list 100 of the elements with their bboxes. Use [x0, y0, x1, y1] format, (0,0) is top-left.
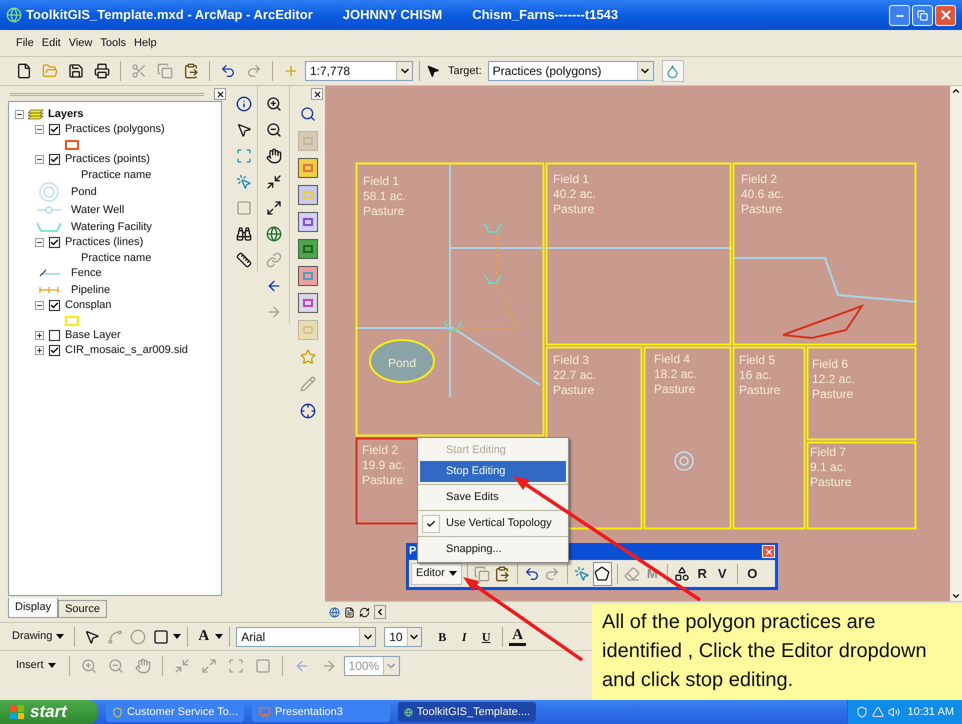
panel-tab[interactable]: Display [8, 598, 58, 618]
volume-icon [888, 706, 900, 718]
menu-item[interactable]: View [68, 34, 92, 52]
close-button[interactable] [311, 88, 323, 100]
drawing-menu-button[interactable]: Drawing [12, 628, 68, 645]
field-label: Field 1 58.1 ac. Pasture [363, 174, 406, 219]
magnifier-icon [300, 106, 316, 122]
collapse-box-icon[interactable] [35, 155, 44, 164]
map-layer-tool-icon [298, 293, 318, 313]
info-icon [236, 96, 252, 112]
select-elements-icon [236, 174, 252, 190]
pond-label: Pond [388, 355, 416, 372]
layer-checkbox[interactable] [49, 330, 60, 341]
menu-item[interactable]: File [16, 34, 34, 52]
refresh-icon[interactable] [359, 606, 370, 618]
layer-name[interactable]: Consplan [65, 297, 112, 314]
text-style-button[interactable]: B [432, 628, 452, 646]
layer-dotted-button[interactable] [296, 183, 320, 207]
fence-symbol-icon [38, 269, 60, 278]
legend-label: Fence [71, 266, 102, 281]
layer-checkbox[interactable] [49, 237, 60, 248]
paste-icon [494, 566, 510, 582]
taskbar-button[interactable]: Presentation3 [252, 702, 390, 722]
close-icon [764, 546, 774, 556]
layer-checkbox[interactable] [49, 300, 60, 311]
collapse-box-icon[interactable] [35, 238, 44, 247]
layer-checkbox[interactable] [49, 154, 60, 165]
clear-selection-icon [236, 200, 252, 216]
text-tool-button[interactable]: A [194, 625, 214, 648]
window-title: ToolkitGIS_Template.mxd - ArcMap - ArcEditor [26, 6, 313, 24]
cut-icon [131, 63, 147, 79]
text-style-button[interactable]: I [454, 628, 474, 646]
pencil-icon [300, 376, 316, 392]
map-layer-tool-icon [298, 212, 318, 232]
layer-name[interactable]: Practices (lines) [65, 234, 144, 251]
redo-icon [544, 566, 560, 582]
layer-name[interactable]: CIR_mosaic_s_ar009.sid [65, 342, 188, 359]
tool-button[interactable]: R [692, 562, 712, 586]
font-size-dropdown[interactable]: 10 [384, 626, 422, 646]
star-icon [300, 349, 316, 365]
layer-patch-button[interactable] [296, 237, 320, 261]
trough-symbol-icon [37, 222, 61, 232]
menu-item[interactable]: Help [134, 34, 157, 52]
panel-tab[interactable]: Source [58, 600, 107, 618]
layout-view-icon[interactable] [344, 606, 355, 618]
layer-name[interactable]: Practices (points) [65, 151, 150, 168]
map-layer-tool-icon [298, 131, 318, 151]
alert-icon [872, 706, 884, 718]
undo-icon [524, 566, 540, 582]
menu-item[interactable]: Save Edits [420, 487, 566, 508]
insert-menu-button[interactable]: Insert [16, 657, 62, 674]
collapse-box-icon[interactable] [35, 301, 44, 310]
font-dropdown[interactable]: Arial [236, 626, 376, 646]
scroll-left-button[interactable] [374, 605, 386, 619]
scale-dropdown[interactable]: 1:7,778 [305, 61, 413, 81]
layer-checkbox[interactable] [49, 345, 60, 356]
caret-icon [215, 634, 224, 639]
tool-button[interactable]: V [712, 562, 732, 586]
print-icon [94, 63, 110, 79]
menu-item[interactable]: Snapping... [420, 539, 566, 560]
font-color-button[interactable]: A [509, 627, 526, 646]
layer-fill-button[interactable] [296, 156, 320, 180]
sketch-tool-button[interactable] [592, 562, 612, 586]
collapse-box-icon[interactable] [35, 125, 44, 134]
close-button[interactable] [214, 88, 226, 100]
taskbar-button[interactable]: Customer Service To... [106, 702, 244, 722]
data-view-icon[interactable] [329, 606, 340, 618]
expand-box-icon[interactable] [35, 346, 44, 355]
menu-item[interactable]: Use Vertical Topology [420, 513, 566, 534]
field-label: Field 2 19.9 ac. Pasture [362, 443, 405, 488]
editor-dropdown-button[interactable]: Editor [411, 562, 462, 584]
taskbar-button[interactable]: ToolkitGIS_Template.... [398, 702, 536, 722]
menu-item[interactable]: Edit [42, 34, 61, 52]
expand-box-icon[interactable] [35, 331, 44, 340]
layer-boundary-button[interactable] [296, 264, 320, 288]
field-label: Field 5 16 ac. Pasture [739, 353, 780, 398]
zoom-out-icon [108, 658, 124, 674]
binoculars-icon [236, 226, 252, 242]
map-layer-tool-icon [298, 185, 318, 205]
layers-root-label[interactable]: Layers [48, 106, 84, 122]
menu-item[interactable]: Stop Editing [420, 461, 566, 482]
copy-icon [157, 63, 173, 79]
collapse-box-icon[interactable] [15, 110, 24, 118]
layer-checkbox[interactable] [49, 124, 60, 135]
menu-item[interactable]: Tools [100, 34, 126, 52]
layers-stack-icon [28, 108, 44, 120]
text-style-button[interactable]: U [476, 628, 496, 646]
layer-name[interactable]: Base Layer [65, 327, 121, 344]
legend-heading: Practice name [81, 169, 152, 181]
target-dropdown[interactable]: Practices (polygons) [488, 61, 654, 81]
editor-toolbar-toggle-button[interactable] [662, 60, 684, 82]
pond-symbol-icon [39, 182, 59, 202]
minimize-button[interactable] [889, 4, 910, 26]
tool-button[interactable]: O [742, 562, 762, 586]
layer-line-button[interactable] [296, 291, 320, 315]
layer-name[interactable]: Practices (polygons) [65, 121, 165, 138]
start-button[interactable]: start [0, 700, 98, 724]
window-title: JOHNNY CHISM [342, 6, 442, 24]
layer-frame-button[interactable] [296, 210, 320, 234]
restore-button[interactable] [912, 4, 933, 26]
